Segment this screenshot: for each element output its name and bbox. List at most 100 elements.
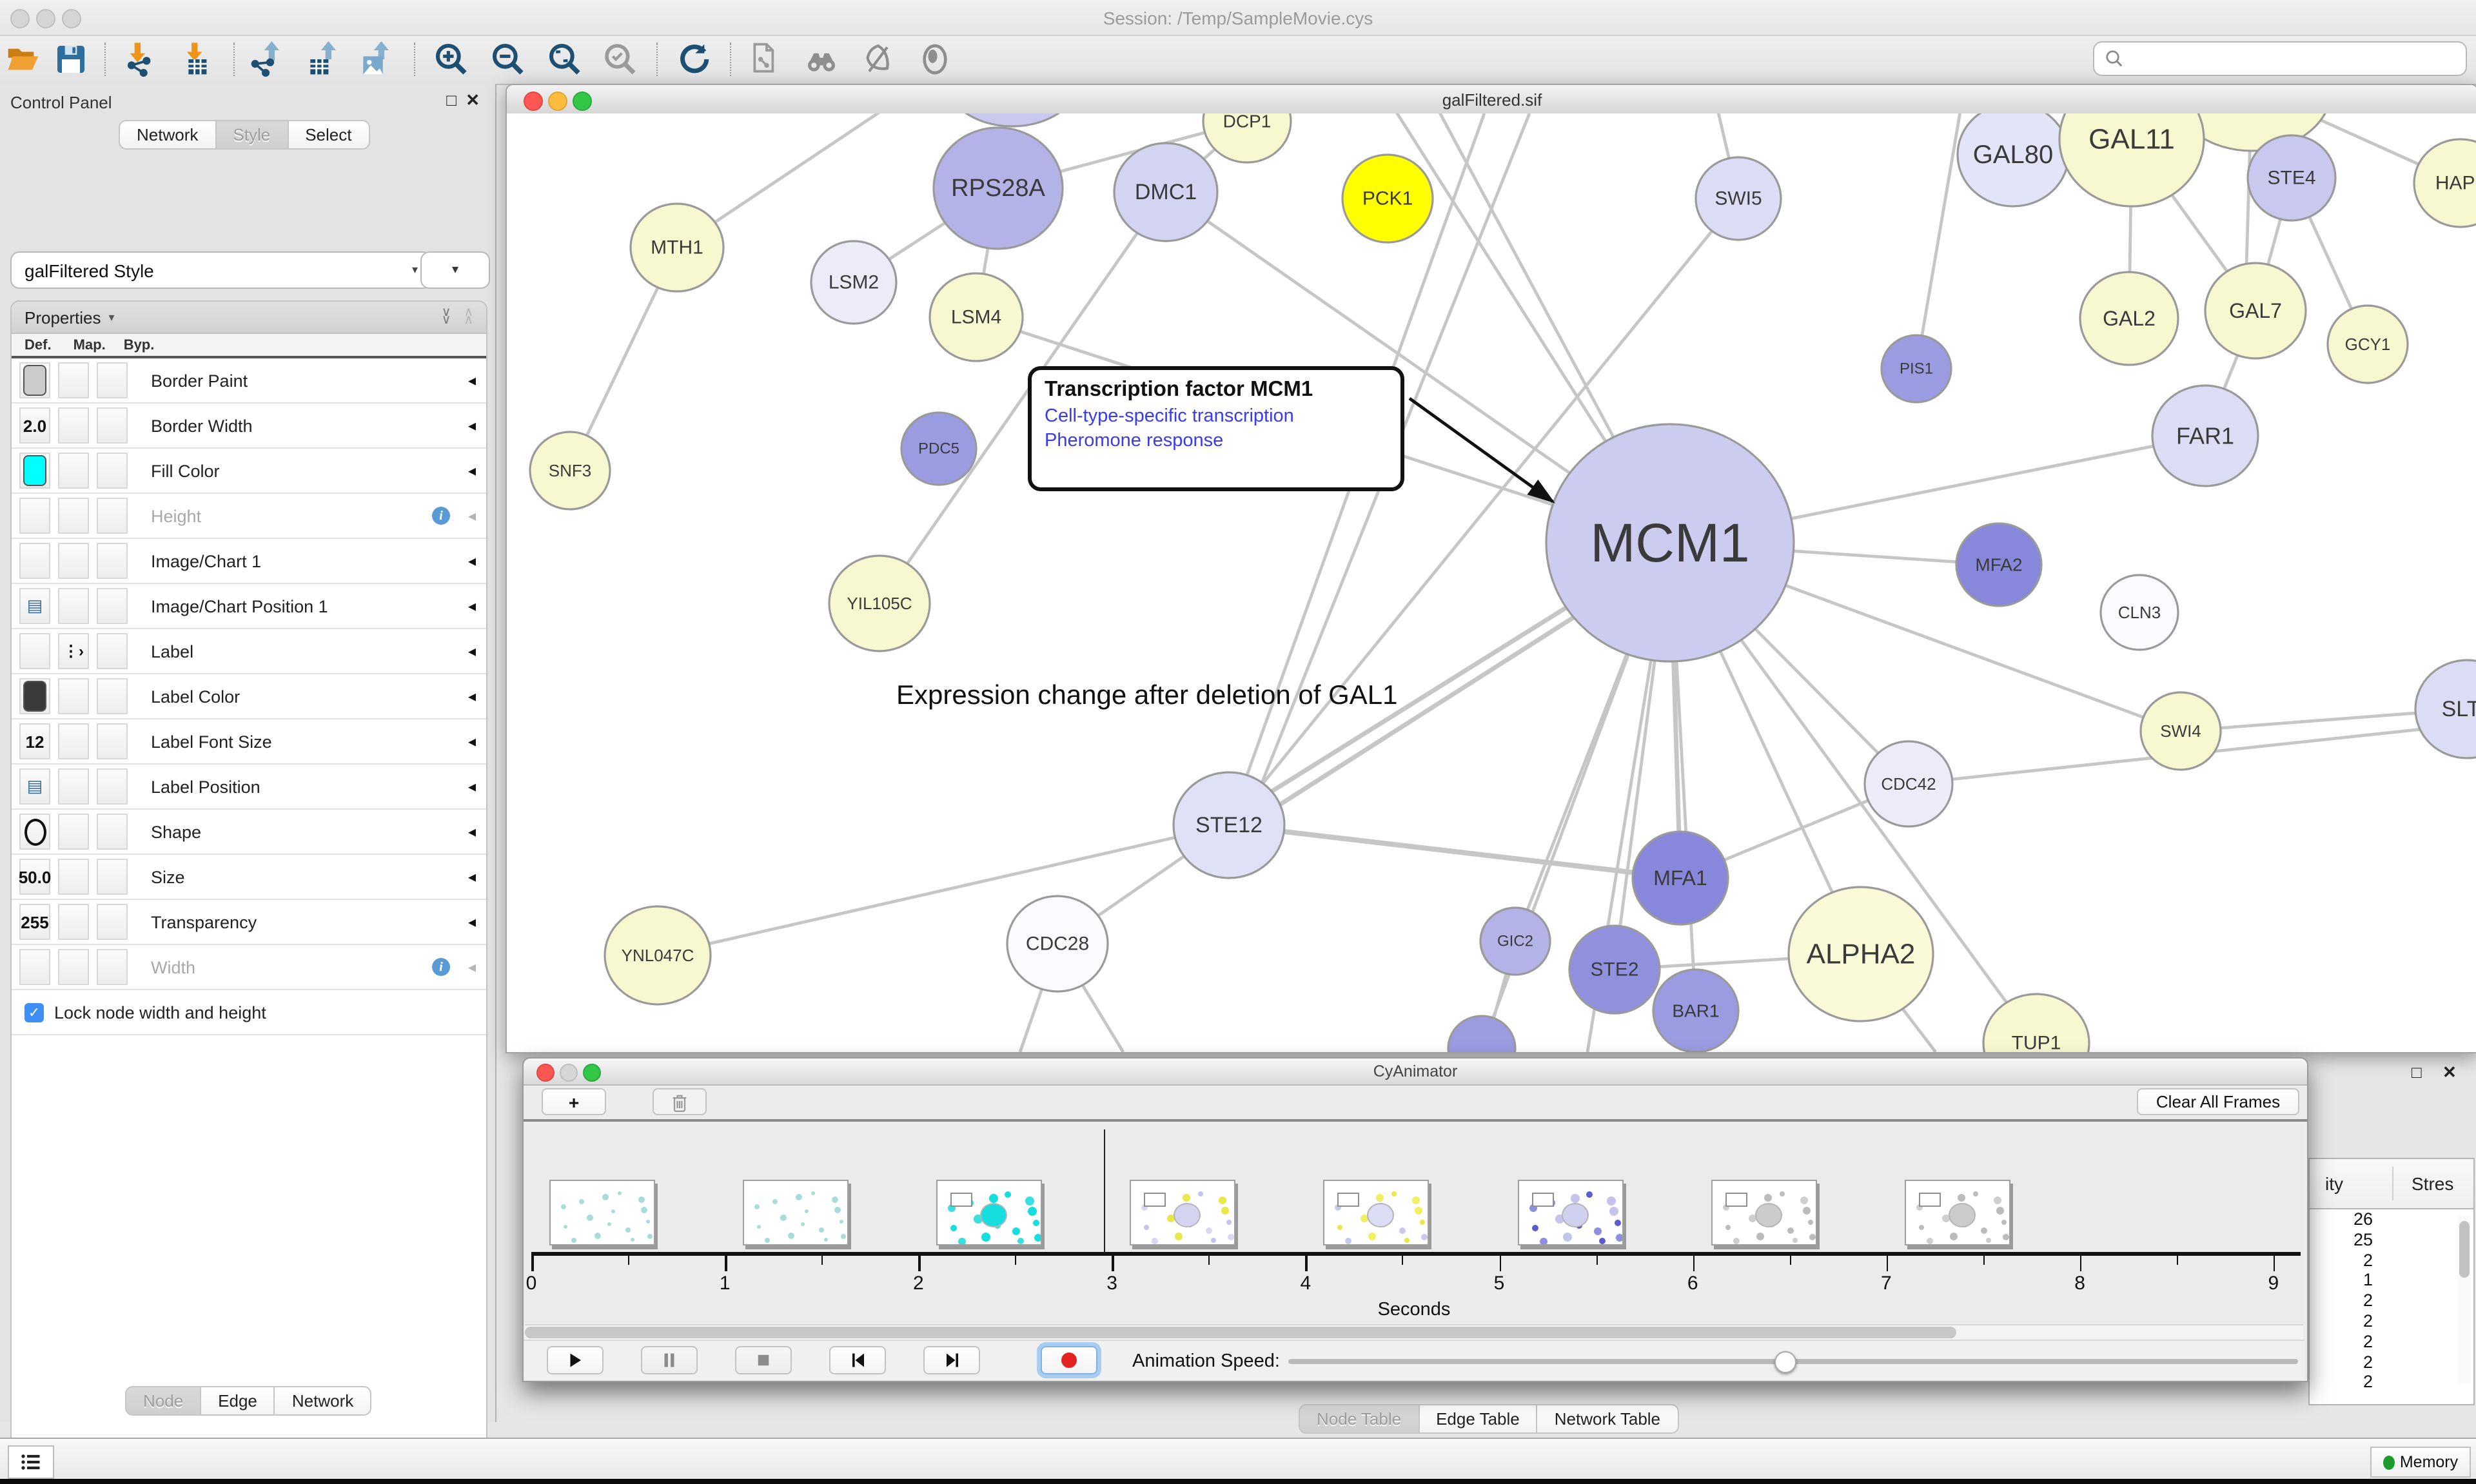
byp-cell[interactable] bbox=[97, 543, 128, 579]
network-node-DCP1[interactable]: DCP1 bbox=[1203, 113, 1291, 162]
table-row[interactable]: 2 bbox=[2310, 1352, 2473, 1372]
frame-thumbnail-4[interactable] bbox=[1324, 1180, 1430, 1245]
def-cell[interactable]: 12 bbox=[19, 723, 50, 759]
table-row[interactable]: 1 bbox=[2310, 1271, 2473, 1291]
stop-button[interactable] bbox=[735, 1346, 792, 1374]
network-node-FAR1[interactable]: FAR1 bbox=[2152, 386, 2258, 486]
def-cell[interactable]: ▤ bbox=[19, 588, 50, 624]
network-node-STE12[interactable]: STE12 bbox=[1174, 772, 1284, 878]
frame-thumbnail-6[interactable] bbox=[1711, 1180, 1816, 1245]
map-cell[interactable] bbox=[58, 407, 89, 444]
clone-network-icon[interactable] bbox=[743, 40, 781, 79]
export-table-icon[interactable] bbox=[303, 40, 342, 79]
network-node-HAP2[interactable]: HAP2 bbox=[2414, 139, 2476, 227]
byp-cell[interactable] bbox=[97, 588, 128, 624]
table-row[interactable]: 26 bbox=[2310, 1209, 2473, 1230]
network-node-GAL11[interactable]: GAL11 bbox=[2059, 113, 2204, 206]
expand-row-icon[interactable]: ◂ bbox=[468, 462, 476, 480]
def-cell[interactable] bbox=[19, 498, 50, 534]
network-node-STE2[interactable]: STE2 bbox=[1569, 926, 1660, 1013]
network-canvas[interactable]: DCP1RPS28ADMC1PCK1SWI5GAL80GAL11STE4HAP2… bbox=[507, 113, 2476, 1052]
expand-row-icon[interactable]: ◂ bbox=[468, 552, 476, 570]
network-node-PCK1[interactable]: PCK1 bbox=[1342, 155, 1433, 242]
column-header-centrality[interactable]: ity bbox=[2325, 1173, 2343, 1194]
def-cell[interactable] bbox=[19, 362, 50, 398]
table-row[interactable]: 2 bbox=[2310, 1311, 2473, 1332]
zoom-out-icon[interactable] bbox=[489, 40, 527, 79]
cyanimator-timeline[interactable]: 0123456789 Seconds bbox=[524, 1122, 2304, 1323]
network-node-SLT2[interactable]: SLT2 bbox=[2415, 660, 2476, 758]
network-window-titlebar[interactable]: galFiltered.sif bbox=[507, 85, 2476, 115]
expand-row-icon[interactable]: ◂ bbox=[468, 597, 476, 615]
map-cell[interactable]: ⋮› bbox=[58, 633, 89, 669]
byp-cell[interactable] bbox=[97, 904, 128, 940]
network-edge[interactable] bbox=[658, 825, 1229, 955]
def-cell[interactable]: 255 bbox=[19, 904, 50, 940]
network-node-YNL047C[interactable]: YNL047C bbox=[605, 906, 711, 1004]
network-node-PDC5[interactable]: PDC5 bbox=[901, 413, 976, 485]
byp-cell[interactable] bbox=[97, 498, 128, 534]
expand-row-icon[interactable]: ◂ bbox=[468, 687, 476, 705]
network-node-BAR1[interactable]: BAR1 bbox=[1653, 970, 1738, 1052]
tab-network[interactable]: Network bbox=[119, 120, 216, 150]
table-row[interactable]: 2 bbox=[2310, 1250, 2473, 1271]
byp-cell[interactable] bbox=[97, 678, 128, 714]
network-node-TUP1[interactable]: TUP1 bbox=[1983, 994, 2089, 1052]
map-cell[interactable] bbox=[58, 768, 89, 805]
clear-all-frames-button[interactable]: Clear All Frames bbox=[2137, 1088, 2299, 1115]
expand-row-icon[interactable]: ◂ bbox=[468, 416, 476, 434]
style-options-button[interactable]: ▾ bbox=[420, 251, 490, 289]
network-node-RPS28A[interactable]: RPS28A bbox=[934, 128, 1063, 249]
table-row[interactable]: 25 bbox=[2310, 1230, 2473, 1251]
network-node-CLN3[interactable]: CLN3 bbox=[2101, 575, 2178, 650]
property-row-label[interactable]: ⋮›Label◂ bbox=[12, 629, 486, 674]
network-node-GAL7[interactable]: GAL7 bbox=[2205, 263, 2306, 358]
map-cell[interactable] bbox=[58, 949, 89, 985]
skip-to-end-button[interactable] bbox=[923, 1346, 980, 1374]
network-node-DMC1[interactable]: DMC1 bbox=[1114, 143, 1217, 241]
network-node-MTH1[interactable]: MTH1 bbox=[631, 204, 723, 291]
network-edge[interactable] bbox=[1916, 113, 1961, 369]
collapse-all-icon[interactable]: ∧∧ bbox=[464, 309, 473, 325]
network-node-MFA1[interactable]: MFA1 bbox=[1633, 832, 1728, 924]
properties-header[interactable]: Properties ▾ ∨∨ ∧∧ bbox=[12, 302, 486, 334]
save-icon[interactable] bbox=[52, 40, 90, 79]
float-table-panel-icon[interactable]: □ bbox=[2412, 1062, 2422, 1082]
frame-thumbnail-3[interactable] bbox=[1130, 1180, 1236, 1245]
network-node-LSM4[interactable]: LSM4 bbox=[930, 273, 1023, 361]
memory-button[interactable]: Memory bbox=[2370, 1447, 2471, 1478]
info-icon[interactable]: i bbox=[432, 507, 450, 525]
tab-edge-table[interactable]: Edge Table bbox=[1419, 1404, 1538, 1434]
refresh-icon[interactable] bbox=[674, 40, 713, 79]
delete-frame-button[interactable] bbox=[653, 1088, 707, 1115]
def-cell[interactable]: 2.0 bbox=[19, 407, 50, 444]
property-row-image-chart-1[interactable]: Image/Chart 1◂ bbox=[12, 539, 486, 584]
record-button[interactable] bbox=[1041, 1346, 1097, 1374]
map-cell[interactable] bbox=[58, 904, 89, 940]
add-frame-button[interactable]: + bbox=[542, 1088, 606, 1115]
def-cell[interactable] bbox=[19, 949, 50, 985]
show-all-icon[interactable] bbox=[916, 40, 954, 79]
animation-speed-slider[interactable] bbox=[1288, 1359, 2298, 1364]
search-input[interactable] bbox=[2093, 41, 2467, 76]
byp-cell[interactable] bbox=[97, 859, 128, 895]
map-cell[interactable] bbox=[58, 588, 89, 624]
frame-thumbnail-0[interactable] bbox=[549, 1180, 655, 1245]
network-node-MFA2[interactable]: MFA2 bbox=[1956, 523, 2041, 606]
byp-cell[interactable] bbox=[97, 407, 128, 444]
table-row[interactable]: 2 bbox=[2310, 1372, 2473, 1393]
float-panel-icon[interactable]: □ bbox=[446, 90, 457, 110]
close-table-panel-icon[interactable]: ✕ bbox=[2442, 1062, 2457, 1083]
byp-cell[interactable] bbox=[97, 633, 128, 669]
map-cell[interactable] bbox=[58, 362, 89, 398]
expand-row-icon[interactable]: ◂ bbox=[468, 913, 476, 931]
network-edge[interactable] bbox=[1229, 825, 1680, 878]
map-cell[interactable] bbox=[58, 453, 89, 489]
first-neighbors-icon[interactable] bbox=[802, 40, 841, 79]
annotation-link[interactable]: Pheromone response bbox=[1045, 431, 1388, 451]
byp-cell[interactable] bbox=[97, 768, 128, 805]
table-row[interactable]: 2 bbox=[2310, 1332, 2473, 1352]
network-node-CDC28[interactable]: CDC28 bbox=[1007, 896, 1108, 991]
byp-cell[interactable] bbox=[97, 453, 128, 489]
timeline-hscrollbar[interactable] bbox=[525, 1324, 2303, 1340]
